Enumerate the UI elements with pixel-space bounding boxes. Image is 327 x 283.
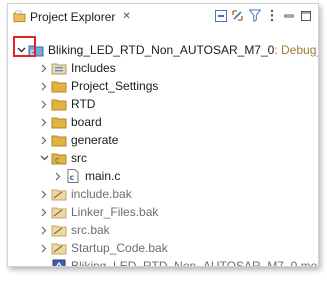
chevron-right-icon[interactable] xyxy=(37,77,51,95)
folder-icon xyxy=(51,96,67,112)
tree-item-label: main.c xyxy=(85,169,121,183)
chevron-right-icon[interactable] xyxy=(37,239,51,257)
svg-text:c: c xyxy=(70,173,75,182)
chevron-right-icon[interactable] xyxy=(37,59,51,77)
mex-file-icon xyxy=(51,258,67,266)
project-name: Bliking_LED_RTD_Non_AUTOSAR_M7_0 xyxy=(48,43,275,57)
chevron-down-icon[interactable] xyxy=(37,149,51,167)
excluded-folder-icon xyxy=(51,222,67,238)
build-config-label: : Debug_RAM xyxy=(274,43,318,57)
filter-icon[interactable] xyxy=(248,8,261,23)
svg-text:C: C xyxy=(55,157,60,165)
view-menu-icon[interactable] xyxy=(265,8,278,23)
chevron-right-icon[interactable] xyxy=(37,131,51,149)
tree-item-label: Startup_Code.bak xyxy=(71,241,168,255)
folder-icon xyxy=(51,78,67,94)
tree-item-project[interactable]: C Bliking_LED_RTD_Non_AUTOSAR_M7_0 : Deb… xyxy=(14,41,318,59)
chevron-right-icon[interactable] xyxy=(37,203,51,221)
maximize-icon[interactable] xyxy=(299,8,312,23)
tree-item[interactable]: board xyxy=(37,113,102,131)
tree-item-label: include.bak xyxy=(71,187,132,201)
tree-item[interactable]: RTD xyxy=(37,95,95,113)
project-explorer-panel: Project Explorer ✕ C Bliking_LED_RTD_Non… xyxy=(7,3,319,267)
link-with-editor-icon[interactable] xyxy=(231,8,244,23)
tree-item[interactable]: Includes xyxy=(37,59,116,77)
chevron-right-icon[interactable] xyxy=(37,95,51,113)
tree-item[interactable]: C src xyxy=(37,149,87,167)
folder-icon xyxy=(51,132,67,148)
collapse-all-icon[interactable] xyxy=(214,8,227,23)
tree-item[interactable]: c main.c xyxy=(51,167,120,185)
view-toolbar xyxy=(214,8,312,23)
tree-item-label: generate xyxy=(71,133,119,147)
excluded-folder-icon xyxy=(51,240,67,256)
tree-item-label: src xyxy=(71,151,87,165)
chevron-right-icon[interactable] xyxy=(37,185,51,203)
tree-item-label: Project_Settings xyxy=(71,79,159,93)
tree-item-label: board xyxy=(71,115,102,129)
tree-item[interactable]: generate xyxy=(37,131,118,149)
tree-item-label: Bliking_LED_RTD_Non_AUTOSAR_M7_0.mex xyxy=(71,259,319,267)
tree-item-label: RTD xyxy=(71,97,96,111)
tree-item[interactable]: include.bak xyxy=(37,185,132,203)
chevron-right-icon[interactable] xyxy=(37,113,51,131)
tree-item[interactable]: Project_Settings xyxy=(37,77,158,95)
tree-item[interactable]: Linker_Files.bak xyxy=(37,203,158,221)
project-explorer-tab[interactable]: Project Explorer ✕ xyxy=(8,4,131,29)
excluded-folder-icon xyxy=(51,186,67,202)
tree-item-label: Linker_Files.bak xyxy=(71,205,159,219)
tree-item[interactable]: src.bak xyxy=(37,221,110,239)
excluded-folder-icon xyxy=(51,204,67,220)
minimize-icon[interactable] xyxy=(282,8,295,23)
tree-item[interactable]: Startup_Code.bak xyxy=(37,239,168,257)
chevron-right-icon[interactable] xyxy=(51,167,65,185)
folder-icon xyxy=(51,114,67,130)
tree-item[interactable]: Bliking_LED_RTD_Non_AUTOSAR_M7_0.mex xyxy=(51,257,319,267)
tree-item-label: src.bak xyxy=(71,223,110,237)
includes-icon xyxy=(51,60,67,76)
view-tab-bar: Project Explorer ✕ xyxy=(8,4,318,29)
c-file-icon: c xyxy=(65,168,81,184)
close-icon[interactable]: ✕ xyxy=(122,11,130,22)
tree-item-label: Includes xyxy=(71,61,116,75)
chevron-right-icon[interactable] xyxy=(37,221,51,239)
highlight-box xyxy=(13,36,36,57)
project-explorer-icon xyxy=(13,9,26,24)
view-title: Project Explorer xyxy=(30,9,116,24)
source-folder-icon: C xyxy=(51,150,67,166)
